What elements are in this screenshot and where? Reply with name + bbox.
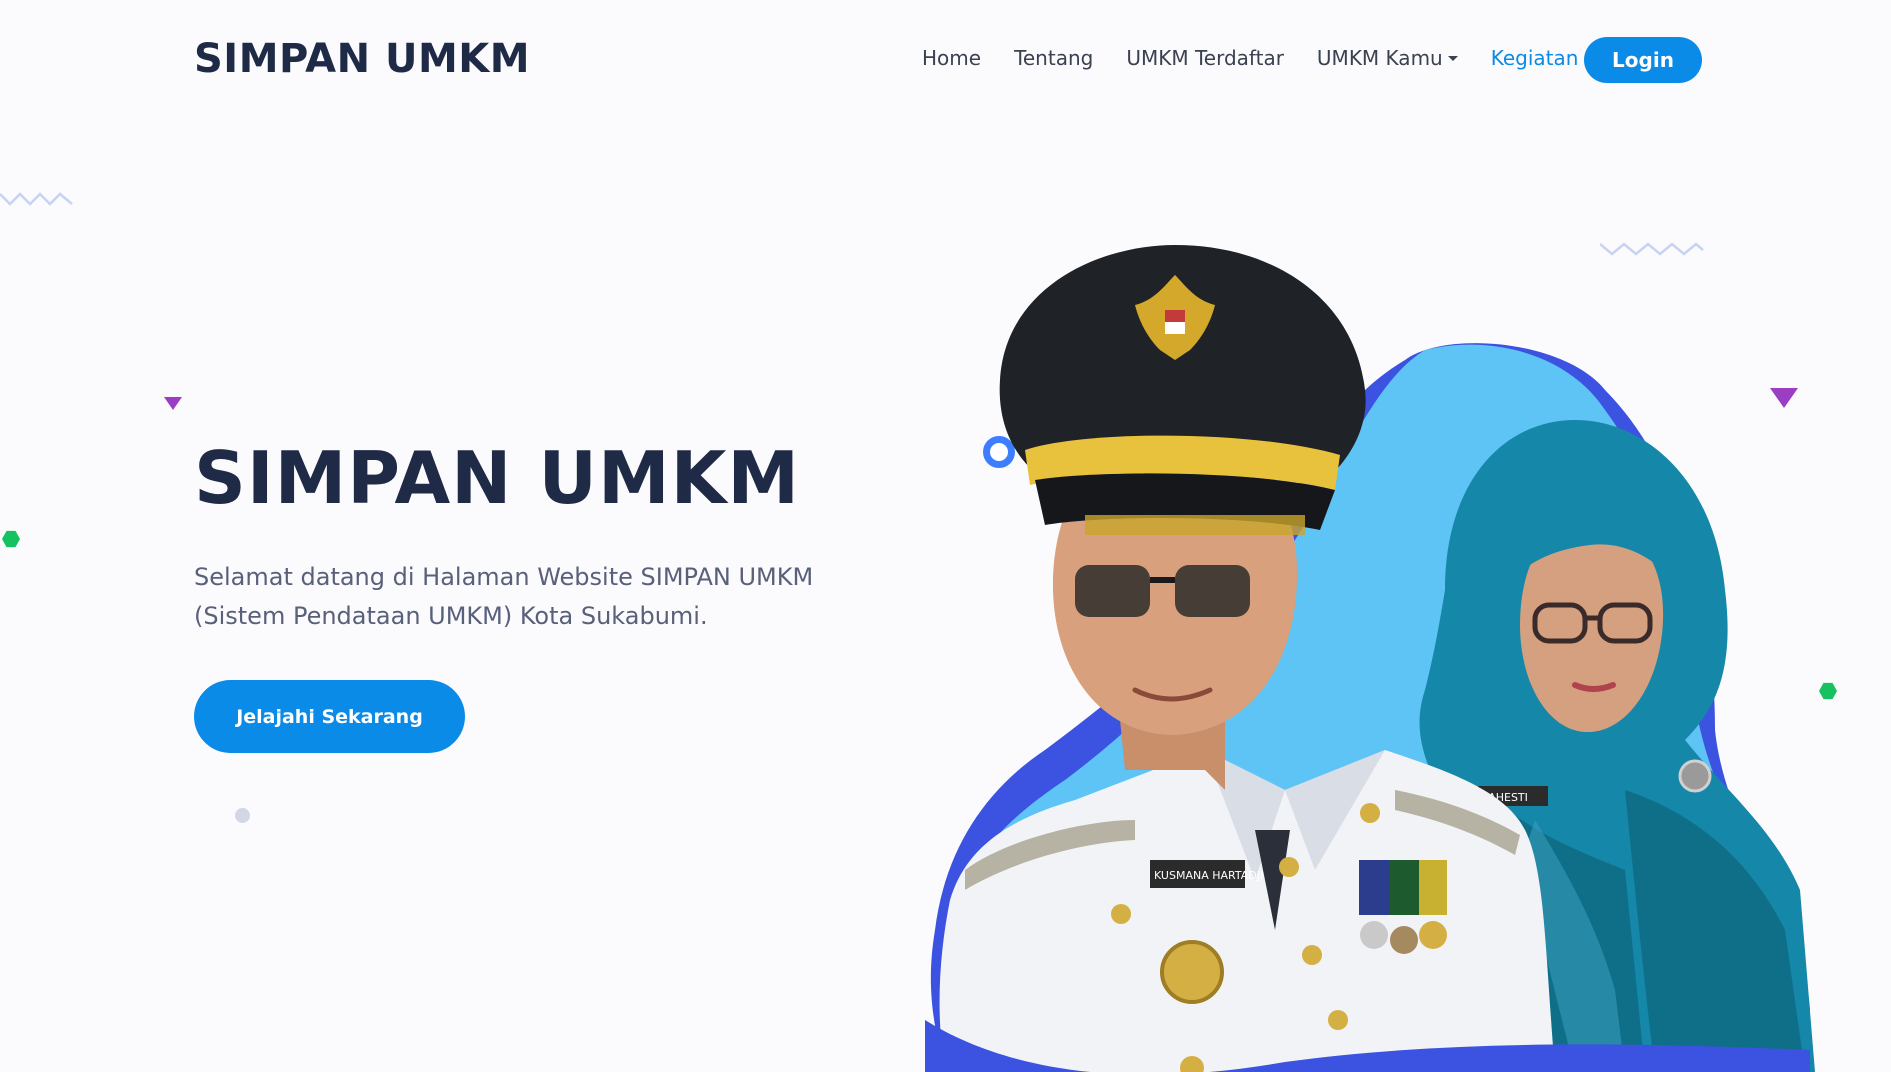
- main-nav: Home Tentang UMKM Terdaftar UMKM Kamu Ke…: [922, 46, 1611, 70]
- caret-down-icon: [1447, 55, 1458, 61]
- nav-home-label: Home: [922, 46, 982, 70]
- dot-icon: [235, 808, 250, 823]
- nav-umkm-terdaftar[interactable]: UMKM Terdaftar: [1126, 46, 1284, 70]
- nav-umkm-terdaftar-label: UMKM Terdaftar: [1126, 46, 1284, 70]
- name-tag-left: KUSMANA HARTADJI: [1154, 869, 1263, 882]
- login-button[interactable]: Login: [1584, 37, 1702, 83]
- hero-description: Selamat datang di Halaman Website SIMPAN…: [194, 563, 814, 630]
- explore-now-button[interactable]: Jelajahi Sekarang: [194, 680, 465, 753]
- hero-title: SIMPAN UMKM: [194, 436, 801, 520]
- nav-kegiatan[interactable]: Kegiatan: [1491, 46, 1579, 70]
- nav-tentang-label: Tentang: [1014, 46, 1094, 70]
- nav-umkm-kamu-dropdown[interactable]: UMKM Kamu: [1317, 46, 1458, 70]
- nav-tentang[interactable]: Tentang: [1014, 46, 1093, 70]
- officials-portrait: RAHESTI KUSMANA HARTADJI: [925, 245, 1815, 1072]
- zigzag-left-icon: [0, 192, 73, 206]
- landing-page: SIMPAN UMKM Home Tentang UMKM Terdaftar …: [0, 0, 1891, 1072]
- nav-kegiatan-label: Kegiatan: [1490, 46, 1579, 70]
- nav-home[interactable]: Home: [922, 46, 981, 70]
- site-brand[interactable]: SIMPAN UMKM: [194, 36, 530, 82]
- nav-umkm-kamu-label: UMKM Kamu: [1316, 46, 1443, 70]
- hexagon-left-icon: [2, 530, 20, 548]
- triangle-left-icon: [164, 397, 182, 410]
